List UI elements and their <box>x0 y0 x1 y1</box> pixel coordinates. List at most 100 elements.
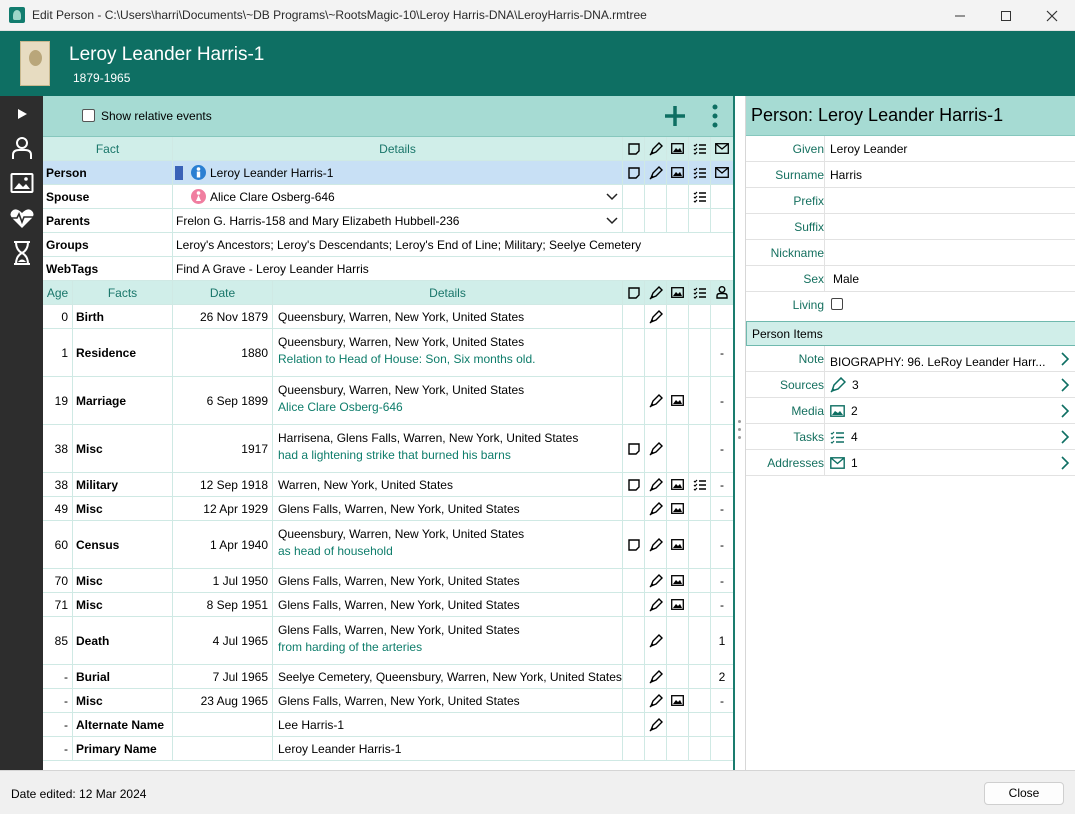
addresses-label: Addresses <box>767 456 824 470</box>
event-fact-type: Primary Name <box>76 741 157 756</box>
task-list-icon <box>693 167 706 179</box>
person-lifespan: 1879-1965 <box>73 71 131 85</box>
event-row[interactable]: 70 Misc 1 Jul 1950 Glens Falls, Warren, New… <box>43 569 733 593</box>
events-table-header: Age Facts Date Details <box>43 281 733 305</box>
details-column-header[interactable]: Details <box>273 286 622 300</box>
media-item-row[interactable]: Media 2 <box>746 398 1075 424</box>
show-relative-events-checkbox[interactable] <box>82 109 95 122</box>
expand-sidebar-button[interactable] <box>8 100 36 128</box>
event-age: - <box>64 669 68 684</box>
person-photo[interactable] <box>20 41 50 86</box>
sidebar-item-person[interactable] <box>8 134 36 162</box>
event-row[interactable]: 1 Residence 1880 Queensbury, Warren, New Yo… <box>43 329 733 377</box>
event-age: 1 <box>61 345 68 360</box>
source-pen-icon <box>649 165 663 179</box>
chevron-right-icon[interactable] <box>1060 456 1070 470</box>
pane-splitter-handle[interactable] <box>737 415 742 455</box>
chevron-down-icon[interactable] <box>606 215 618 227</box>
event-row[interactable]: 38 Military 12 Sep 1918 Warren, New York, U… <box>43 473 733 497</box>
fact-label: Spouse <box>46 190 90 204</box>
event-row[interactable]: - Alternate Name Lee Harris-1 <box>43 713 733 737</box>
add-fact-button[interactable] <box>663 103 687 129</box>
event-date: 8 Sep 1951 <box>206 597 268 612</box>
sex-select[interactable]: Male <box>824 266 1075 292</box>
chevron-right-icon[interactable] <box>1060 430 1070 444</box>
living-checkbox[interactable] <box>831 298 843 310</box>
suffix-field[interactable] <box>824 214 1075 240</box>
addresses-item-row[interactable]: Addresses 1 <box>746 450 1075 476</box>
close-button[interactable]: Close <box>984 782 1064 805</box>
event-row[interactable]: - Primary Name Leroy Leander Harris-1 <box>43 737 733 761</box>
timeline-icon <box>14 241 30 265</box>
date-column-header[interactable]: Date <box>173 286 272 300</box>
minimize-button[interactable] <box>937 0 983 31</box>
given-label: Given <box>792 142 824 156</box>
media-icon <box>830 405 845 417</box>
health-icon <box>10 209 34 228</box>
event-row[interactable]: - Misc 23 Aug 1965 Glens Falls, Warren, New… <box>43 689 733 713</box>
sidebar-item-timeline[interactable] <box>8 239 36 267</box>
event-place: Glens Falls, Warren, New York, United St… <box>278 502 520 516</box>
event-row[interactable]: 19 Marriage 6 Sep 1899 Queensbury, Warren, … <box>43 377 733 425</box>
fact-row-groups[interactable]: Groups Leroy's Ancestors; Leroy's Descen… <box>43 233 733 257</box>
event-row[interactable]: 85 Death 4 Jul 1965 Glens Falls, Warren, Ne… <box>43 617 733 665</box>
fact-row-parents[interactable]: Parents Frelon G. Harris-158 and Mary El… <box>43 209 733 233</box>
chevron-right-icon[interactable] <box>1060 352 1070 366</box>
tasks-item-row[interactable]: Tasks 4 <box>746 424 1075 450</box>
fact-column-header[interactable]: Fact <box>43 142 172 156</box>
source-pen-icon <box>649 633 663 647</box>
event-place: Harrisena, Glens Falls, Warren, New York… <box>278 431 579 445</box>
sidebar-item-media[interactable] <box>8 169 36 197</box>
close-window-button[interactable] <box>1029 0 1075 31</box>
event-date: 26 Nov 1879 <box>199 309 268 324</box>
fact-row-spouse[interactable]: Spouse Alice Clare Osberg-646 <box>43 185 733 209</box>
sources-item-row[interactable]: Sources 3 <box>746 372 1075 398</box>
source-pen-icon <box>649 285 663 299</box>
task-list-icon <box>693 143 706 155</box>
given-name-field[interactable]: Leroy Leander <box>824 136 1075 162</box>
show-relative-events-label[interactable]: Show relative events <box>101 109 212 123</box>
nickname-label: Nickname <box>770 246 824 260</box>
sidebar-item-health[interactable] <box>8 204 36 232</box>
event-description: Alice Clare Osberg-646 <box>278 400 403 414</box>
living-label: Living <box>792 298 824 312</box>
event-date: 6 Sep 1899 <box>206 393 268 408</box>
event-place: Seelye Cemetery, Queensbury, Warren, New… <box>278 670 622 684</box>
living-field-row: Living <box>746 292 1075 318</box>
event-row[interactable]: 71 Misc 8 Sep 1951 Glens Falls, Warren, New… <box>43 593 733 617</box>
suffix-field-row: Suffix <box>746 214 1075 240</box>
note-item-row[interactable]: Note BIOGRAPHY: 96. LeRoy Leander Harr..… <box>746 346 1075 372</box>
male-person-icon <box>191 165 206 180</box>
fact-label: WebTags <box>46 262 99 276</box>
event-row[interactable]: 49 Misc 12 Apr 1929 Glens Falls, Warren, Ne… <box>43 497 733 521</box>
media-icon <box>671 695 684 706</box>
chevron-right-icon[interactable] <box>1060 378 1070 392</box>
event-row[interactable]: 60 Census 1 Apr 1940 Queensbury, Warren, Ne… <box>43 521 733 569</box>
event-row[interactable]: - Burial 7 Jul 1965 Seelye Cemetery, Queens… <box>43 665 733 689</box>
chevron-down-icon[interactable] <box>606 191 618 203</box>
media-value: 2 <box>824 398 1075 424</box>
media-icon <box>671 575 684 586</box>
tasks-label: Tasks <box>793 430 824 444</box>
fact-row-webtags[interactable]: WebTags Find A Grave - Leroy Leander Har… <box>43 257 733 281</box>
rootsmagic-app-icon <box>9 7 25 23</box>
maximize-button[interactable] <box>983 0 1029 31</box>
event-description: had a lightening strike that burned his … <box>278 448 511 462</box>
event-description: as head of household <box>278 544 393 558</box>
event-row[interactable]: 38 Misc 1917 Harrisena, Glens Falls, Warren… <box>43 425 733 473</box>
more-options-button[interactable] <box>707 103 723 129</box>
facts-column-header[interactable]: Facts <box>73 286 172 300</box>
note-label: Note <box>798 352 824 366</box>
chevron-right-icon[interactable] <box>1060 404 1070 418</box>
event-place: Queensbury, Warren, New York, United Sta… <box>278 383 525 397</box>
fact-row-person[interactable]: Person Leroy Leander Harris-1 <box>43 161 733 185</box>
prefix-field[interactable] <box>824 188 1075 214</box>
age-column-header[interactable]: Age <box>43 286 72 300</box>
event-fact-type: Military <box>76 477 119 492</box>
nickname-field[interactable] <box>824 240 1075 266</box>
surname-field[interactable]: Harris <box>824 162 1075 188</box>
details-column-header[interactable]: Details <box>173 142 622 156</box>
event-shared-count: 1 <box>718 633 726 648</box>
event-row[interactable]: 0 Birth 26 Nov 1879 Queensbury, Warren, New… <box>43 305 733 329</box>
event-description: Relation to Head of House: Son, Six mont… <box>278 352 536 366</box>
